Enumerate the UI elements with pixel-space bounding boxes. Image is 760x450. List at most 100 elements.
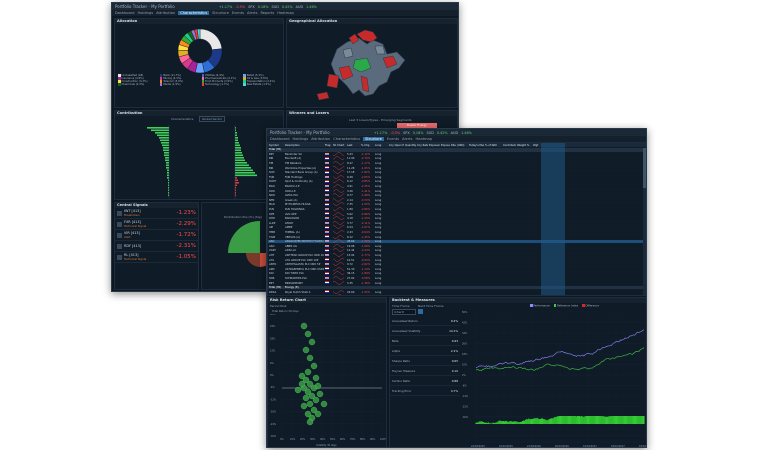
scatter-point[interactable]: [316, 390, 324, 398]
menu-heatmap[interactable]: Heatmap: [415, 137, 432, 141]
flag-icon: [324, 175, 332, 180]
menu-alerts[interactable]: Alerts: [247, 11, 257, 15]
column-header[interactable]: Exposure (USD): [440, 144, 450, 147]
menu-dashboard[interactable]: Dashboard: [115, 11, 135, 15]
scatter-point[interactable]: [306, 418, 314, 426]
column-header[interactable]: Long: [374, 144, 388, 147]
flag-icon: [324, 157, 332, 161]
scatter-point[interactable]: [320, 400, 328, 408]
menu-attribution[interactable]: Attribution: [156, 11, 175, 15]
sparkline-icon: [332, 294, 346, 295]
x-tick: 20/10/2016: [555, 445, 569, 448]
scatter-point[interactable]: [312, 396, 320, 404]
column-header[interactable]: Today's P&L: [468, 144, 484, 147]
table-row[interactable]: BPBP PLC4.88-2.01%Long: [332, 294, 346, 295]
signal-icon: [117, 243, 122, 249]
scatter-point[interactable]: [308, 338, 316, 346]
contribution-bar: [166, 167, 169, 169]
contribution-panel: Contribution Characteristics Global Sect…: [114, 110, 284, 200]
scatter-point[interactable]: [302, 394, 310, 402]
contribution-bar: [166, 162, 169, 164]
scatter-point[interactable]: [304, 330, 312, 338]
contribution-bar: [235, 147, 241, 149]
y-tick: 6%: [270, 362, 275, 365]
scatter-point[interactable]: [306, 400, 314, 408]
contribution-bar: [163, 147, 169, 149]
scatter-point[interactable]: [310, 362, 318, 370]
menu-holdings[interactable]: Holdings: [293, 137, 309, 141]
menu-alerts[interactable]: Alerts: [402, 137, 412, 141]
column-header[interactable]: Exposure: [428, 144, 440, 147]
legend-swatch-icon: [243, 83, 246, 86]
time-frame-dropdown[interactable]: Inherit: [392, 309, 416, 315]
menu-reports[interactable]: Reports: [260, 11, 274, 15]
measure-row: Sortino Ratio 0.88: [390, 376, 460, 386]
y-tick: -30%: [270, 435, 277, 438]
menu-heatmap[interactable]: Heatmap: [277, 11, 294, 15]
measure-row: Sharpe Ratio 0.65: [390, 356, 460, 366]
scatter-point[interactable]: [312, 374, 320, 382]
menu-events[interactable]: Events: [387, 137, 399, 141]
column-header[interactable]: Contribution: [502, 144, 516, 147]
vertical-scrollbar[interactable]: [643, 148, 646, 295]
risk-dropdown[interactable]: Risk: [280, 304, 286, 308]
scatter-point[interactable]: [314, 410, 322, 418]
column-header[interactable]: Quantity: [404, 144, 416, 147]
menu-characteristics[interactable]: Characteristics: [178, 11, 210, 15]
contribution-bar: [235, 132, 237, 134]
scatter-point[interactable]: [300, 402, 308, 410]
flag-icon: [324, 207, 332, 212]
winners-title: Winners and Losers: [287, 111, 457, 116]
scatter-point[interactable]: [294, 386, 302, 394]
signal-row[interactable]: IWT [413] Breakdown -1.23%: [115, 208, 198, 219]
risk-ylabel: Total Return 30 days: [272, 310, 299, 313]
contribution-bars: [147, 125, 257, 199]
menu-characteristics[interactable]: Characteristics: [333, 137, 360, 141]
signal-row[interactable]: RDF [413] -2.31%: [115, 241, 198, 252]
menu-events[interactable]: Events: [232, 11, 244, 15]
column-header[interactable]: Symbol: [268, 144, 284, 147]
contribution-bar: [235, 177, 237, 179]
contribution-bar: [235, 159, 245, 162]
scatter-point[interactable]: [306, 354, 314, 362]
flag-icon: [324, 276, 332, 281]
apply-button[interactable]: [418, 309, 423, 314]
column-header[interactable]: P&L (USD): [450, 144, 468, 147]
contribution-bar: [151, 129, 169, 132]
column-header[interactable]: Last: [346, 144, 360, 147]
risk-return-panel: Risk Return Chart Period Risk Total Retu…: [267, 297, 387, 447]
x-tick: 18/10/2017: [611, 445, 625, 448]
signal-row[interactable]: FXR [413] Technical Signal -2.29%: [115, 219, 198, 230]
contribution-bar: [161, 142, 169, 144]
holdings-panel: Symbol Description Flag Sh Chart Last% Chg Lo…: [267, 142, 646, 296]
winners-subtitle: Last 3 Losers/Types - Emerging Segments: [349, 118, 412, 122]
signal-row[interactable]: RL [413] Technical Signal -1.05%: [115, 252, 198, 263]
column-header[interactable]: Flag: [324, 144, 332, 147]
menu-holdings[interactable]: Holdings: [138, 11, 154, 15]
column-header[interactable]: Ccy Rate: [416, 144, 428, 147]
menu-dashboard[interactable]: Dashboard: [270, 137, 290, 141]
contribution-bar: [235, 144, 240, 147]
scatter-point[interactable]: [300, 322, 308, 330]
menu-attribution[interactable]: Attribution: [311, 137, 330, 141]
column-header[interactable]: Ccy Open Price: [388, 144, 404, 147]
column-header[interactable]: Sh Chart: [332, 144, 346, 147]
allocation-donut: [177, 28, 223, 74]
flag-icon: [324, 281, 332, 285]
menu-structure[interactable]: Structure: [363, 137, 384, 141]
scatter-point[interactable]: [314, 382, 322, 390]
backtest-title: Backtest & Measures: [390, 298, 646, 303]
scatter-point[interactable]: [302, 346, 310, 354]
column-header[interactable]: Weight %: [516, 144, 532, 147]
signal-row[interactable]: VIR [413] Alert -1.72%: [115, 230, 198, 241]
period-dropdown[interactable]: Period: [270, 304, 279, 308]
scatter-point[interactable]: [298, 380, 306, 388]
menu-structure[interactable]: Structure: [212, 11, 229, 15]
flag-icon: [324, 244, 332, 249]
column-header[interactable]: % of NAV: [484, 144, 502, 147]
scatter-point[interactable]: [304, 368, 312, 376]
column-header[interactable]: Description: [284, 144, 324, 147]
x-tick: 30%: [310, 438, 316, 441]
column-header[interactable]: % Chg: [360, 144, 374, 147]
flag-icon: [324, 212, 332, 216]
